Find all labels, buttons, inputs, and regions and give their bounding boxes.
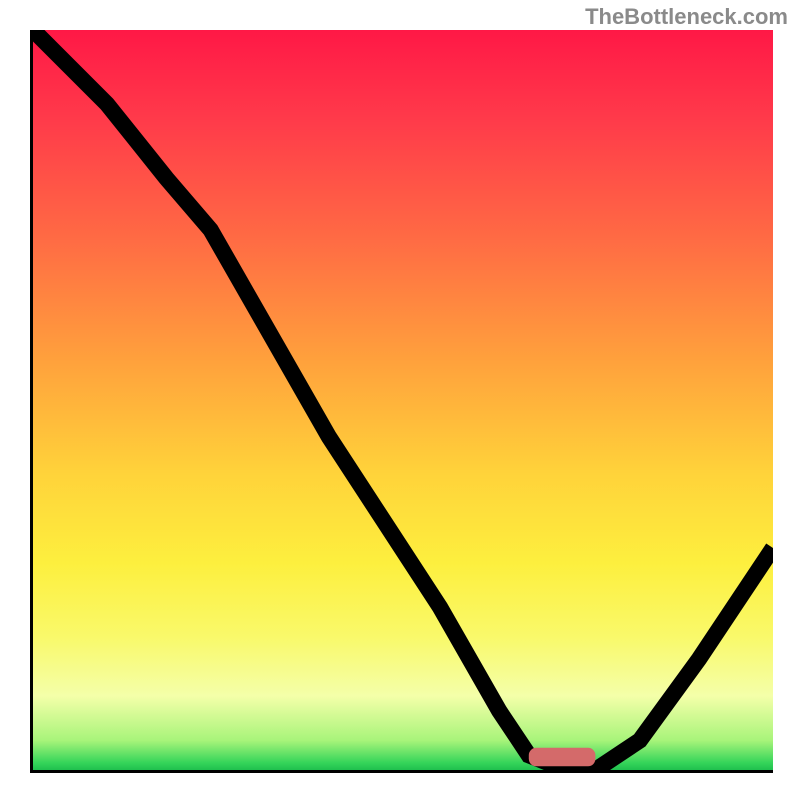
bottleneck-curve — [33, 30, 773, 770]
chart-svg — [33, 30, 773, 770]
attribution-label: TheBottleneck.com — [585, 4, 788, 30]
plot-area — [30, 30, 773, 773]
chart-container: TheBottleneck.com — [0, 0, 800, 800]
optimal-marker — [529, 748, 596, 767]
